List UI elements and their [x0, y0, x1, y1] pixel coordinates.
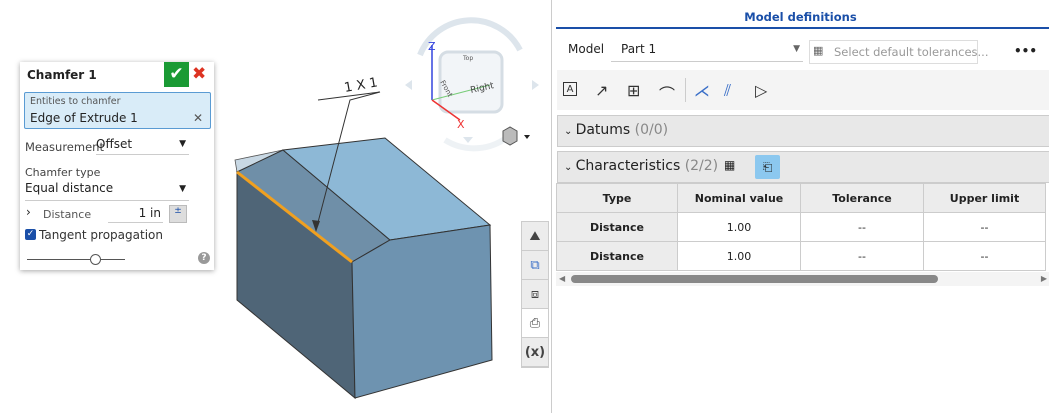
- characteristics-label: Characteristics: [575, 158, 681, 174]
- chevron-down-icon: ▼: [179, 139, 186, 149]
- cube-top-label[interactable]: Top: [462, 55, 473, 62]
- flip-direction-button[interactable]: ±: [169, 205, 187, 223]
- characteristics-section[interactable]: ⌄ Characteristics (2/2) ▦ ⎗: [557, 151, 1049, 183]
- model-label: Model: [568, 42, 605, 56]
- view-cube[interactable]: Z X Top Front Right: [405, 17, 539, 152]
- chamfer-type-value: Equal distance: [25, 181, 114, 195]
- parallel-icon[interactable]: ⫽: [724, 81, 731, 101]
- entities-value: Edge of Extrude 1: [30, 111, 138, 125]
- tab-underline: [556, 27, 1049, 29]
- characteristics-count: (2/2): [684, 158, 719, 174]
- cell-tolerance: --: [800, 212, 924, 242]
- table-row[interactable]: Distance 1.00 -- --: [556, 241, 1046, 271]
- remove-entity-icon[interactable]: ✕: [193, 111, 203, 125]
- chevron-down-icon: ⌄: [564, 162, 576, 173]
- cell-nominal: 1.00: [677, 241, 801, 271]
- chamfer-type-label: Chamfer type: [25, 166, 101, 179]
- datums-count: (0/0): [634, 122, 669, 138]
- cell-tolerance: --: [800, 241, 924, 271]
- cell-upper-limit: --: [923, 212, 1046, 242]
- surface-profile-icon[interactable]: ⌒: [659, 81, 675, 105]
- measurement-label: Measurement: [25, 140, 104, 154]
- scroll-left-icon[interactable]: ◀: [559, 274, 565, 283]
- dialog-title: Chamfer 1: [27, 68, 97, 82]
- entities-to-chamfer-field[interactable]: Entities to chamfer Edge of Extrude 1 ✕: [24, 92, 211, 129]
- scrollbar-thumb[interactable]: [571, 275, 938, 283]
- tolerance-table-icon[interactable]: ▦: [724, 158, 735, 172]
- slider-thumb[interactable]: [90, 254, 101, 265]
- scroll-right-icon[interactable]: ▶: [1041, 274, 1047, 283]
- angle-datum-icon[interactable]: ⋌: [694, 81, 710, 100]
- expand-chevron-icon[interactable]: ›: [26, 205, 31, 219]
- cell-type: Distance: [556, 241, 678, 271]
- help-icon[interactable]: ?: [198, 252, 210, 264]
- graphics-viewport[interactable]: 1 X 1 Z X Top Front Right Chamfer 1 ✔ ✖: [0, 0, 550, 413]
- chevron-down-icon: ▼: [793, 44, 800, 54]
- column-header[interactable]: Nominal value: [677, 183, 801, 213]
- column-header[interactable]: Upper limit: [923, 183, 1046, 213]
- measurement-select[interactable]: Offset ▼: [96, 137, 189, 155]
- panel-title-tab[interactable]: Model definitions: [552, 10, 1049, 24]
- tolerance-placeholder: Select default tolerances...: [834, 45, 989, 59]
- configurations-icon[interactable]: ⧈: [522, 280, 548, 309]
- datums-label: Datums: [575, 122, 631, 138]
- model-select[interactable]: Part 1 ▼: [611, 40, 803, 62]
- tolerance-table-icon: ▦: [813, 44, 824, 57]
- model-value: Part 1: [621, 42, 657, 56]
- axis-x-label: X: [457, 118, 465, 131]
- axis-z-label: Z: [428, 40, 436, 53]
- column-header[interactable]: Tolerance: [800, 183, 924, 213]
- chevron-down-icon: ⌄: [564, 126, 576, 137]
- dimension-icon[interactable]: ↗: [595, 81, 608, 100]
- datum-target-icon[interactable]: ▷: [755, 81, 767, 100]
- column-header[interactable]: Type: [556, 183, 678, 213]
- cell-type: Distance: [556, 212, 678, 242]
- chamfer-dialog: Chamfer 1 ✔ ✖ Entities to chamfer Edge o…: [20, 62, 214, 270]
- tangent-propagation-label: Tangent propagation: [39, 228, 163, 242]
- table-row[interactable]: Distance 1.00 -- --: [556, 212, 1046, 242]
- horizontal-scrollbar[interactable]: ◀ ▶: [556, 272, 1049, 286]
- annotation-toolbar: A ↗ ⊞ ⌒ ⋌ ⫽ ▷: [557, 70, 1049, 110]
- table-header: Type Nominal value Tolerance Upper limit: [556, 183, 1046, 213]
- right-face: [351, 224, 493, 399]
- cancel-button[interactable]: ✖: [192, 63, 206, 85]
- characteristics-table: Type Nominal value Tolerance Upper limit…: [556, 183, 1046, 271]
- cell-nominal: 1.00: [677, 212, 801, 242]
- variables-icon[interactable]: (x): [522, 338, 548, 367]
- vertical-toolbar: ⛰ ⧉ ⧈ ⎙ (x): [521, 221, 549, 368]
- feature-control-frame-icon[interactable]: ⊞: [627, 81, 640, 100]
- parts-table-icon[interactable]: ⧉: [522, 251, 548, 280]
- auto-detect-icon[interactable]: ⎗: [755, 155, 780, 179]
- cell-upper-limit: --: [923, 241, 1046, 271]
- chevron-down-icon: ▼: [179, 184, 186, 194]
- measurement-value: Offset: [96, 137, 133, 151]
- toolbar-divider: [685, 78, 686, 102]
- confirm-button[interactable]: ✔: [164, 62, 189, 87]
- close-icon: ✖: [192, 64, 207, 84]
- chamfer-type-select[interactable]: Equal distance ▼: [25, 181, 189, 201]
- datums-section[interactable]: ⌄ Datums (0/0): [557, 115, 1049, 147]
- slider-track[interactable]: [27, 259, 125, 260]
- tangent-propagation-checkbox[interactable]: ✓: [25, 229, 36, 240]
- more-options-button[interactable]: •••: [1014, 44, 1037, 58]
- model-definitions-icon[interactable]: ⎙: [522, 309, 548, 338]
- entities-label: Entities to chamfer: [30, 96, 121, 107]
- check-icon: ✔: [169, 64, 184, 84]
- default-tolerances-select[interactable]: ▦ Select default tolerances...: [809, 40, 989, 64]
- note-icon[interactable]: A: [563, 82, 577, 96]
- distance-input[interactable]: 1 in: [108, 206, 163, 223]
- view-options-cube-icon[interactable]: [502, 126, 530, 146]
- appearance-icon[interactable]: ⛰: [522, 222, 548, 251]
- distance-label: Distance: [43, 208, 92, 221]
